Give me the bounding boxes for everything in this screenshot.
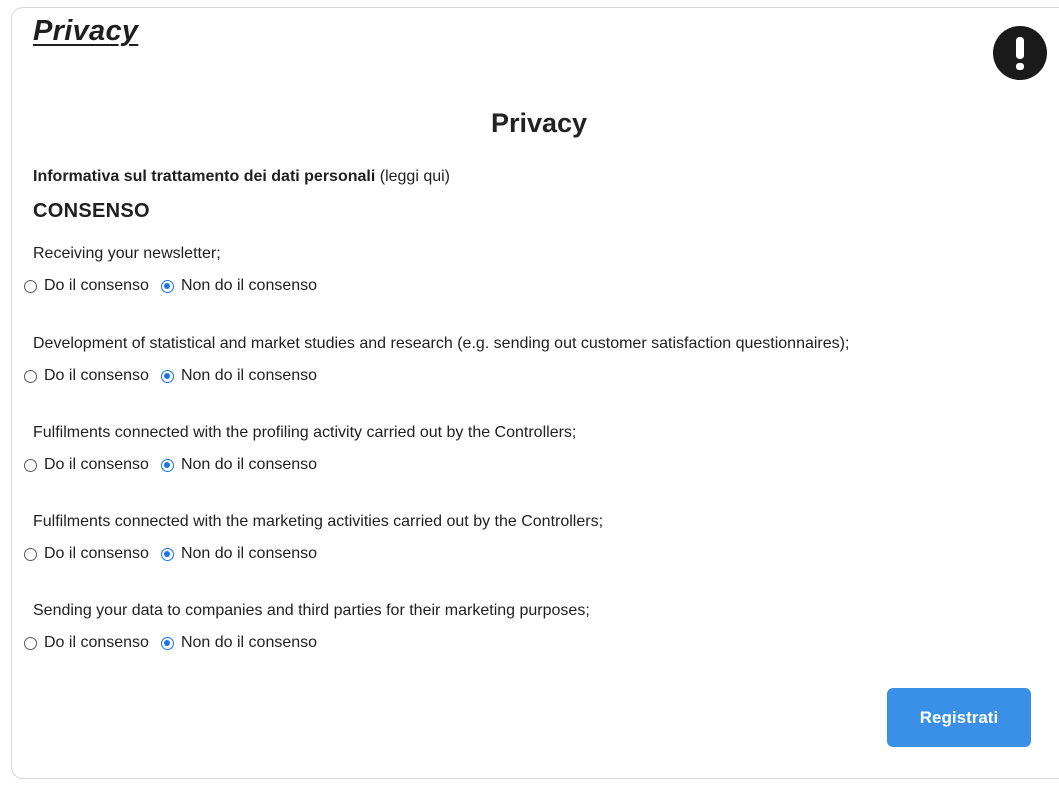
consent-question: Development of statistical and market st… — [33, 335, 850, 352]
consent-radio-group: Do il consenso Non do il consenso — [24, 545, 329, 563]
consent-yes-label[interactable]: Do il consenso — [44, 277, 149, 295]
privacy-notice-label: Informativa sul trattamento dei dati per… — [33, 168, 376, 185]
consent-no-label[interactable]: Non do il consenso — [181, 545, 317, 563]
consent-radio-group: Do il consenso Non do il consenso — [24, 277, 329, 295]
consent-no-label[interactable]: Non do il consenso — [181, 634, 317, 652]
consent-question: Fulfilments connected with the marketing… — [33, 513, 604, 530]
consent-no-label[interactable]: Non do il consenso — [181, 367, 317, 385]
consent-no-label[interactable]: Non do il consenso — [181, 277, 317, 295]
consent-yes-radio[interactable] — [24, 547, 37, 561]
consent-question: Sending your data to companies and third… — [33, 602, 590, 619]
consent-radio-group: Do il consenso Non do il consenso — [24, 634, 329, 652]
consent-no-radio[interactable] — [160, 547, 174, 561]
consent-no-radio[interactable] — [160, 369, 174, 383]
consent-yes-label[interactable]: Do il consenso — [44, 456, 149, 474]
consent-no-label[interactable]: Non do il consenso — [181, 456, 317, 474]
consent-question: Fulfilments connected with the profiling… — [33, 424, 577, 441]
consent-radio-group: Do il consenso Non do il consenso — [24, 456, 329, 474]
consent-yes-radio[interactable] — [24, 636, 37, 650]
section-heading: Privacy — [490, 108, 588, 138]
consent-yes-label[interactable]: Do il consenso — [44, 634, 149, 652]
register-button[interactable]: Registrati — [887, 688, 1031, 747]
consent-yes-label[interactable]: Do il consenso — [44, 367, 149, 385]
exclamation-icon — [993, 26, 1047, 80]
card-title: Privacy — [33, 15, 139, 47]
consent-yes-radio[interactable] — [24, 369, 37, 383]
consent-question: Receiving your newsletter; — [33, 245, 221, 262]
consent-no-radio[interactable] — [160, 279, 174, 293]
consent-yes-label[interactable]: Do il consenso — [44, 545, 149, 563]
consent-heading: CONSENSO — [33, 200, 150, 222]
consent-yes-radio[interactable] — [24, 458, 37, 472]
privacy-notice-line: Informativa sul trattamento dei dati per… — [33, 168, 450, 186]
consent-no-radio[interactable] — [160, 458, 174, 472]
consent-yes-radio[interactable] — [24, 279, 37, 293]
consent-no-radio[interactable] — [160, 636, 174, 650]
consent-radio-group: Do il consenso Non do il consenso — [24, 367, 329, 385]
read-here-link[interactable]: (leggi qui) — [380, 168, 450, 185]
